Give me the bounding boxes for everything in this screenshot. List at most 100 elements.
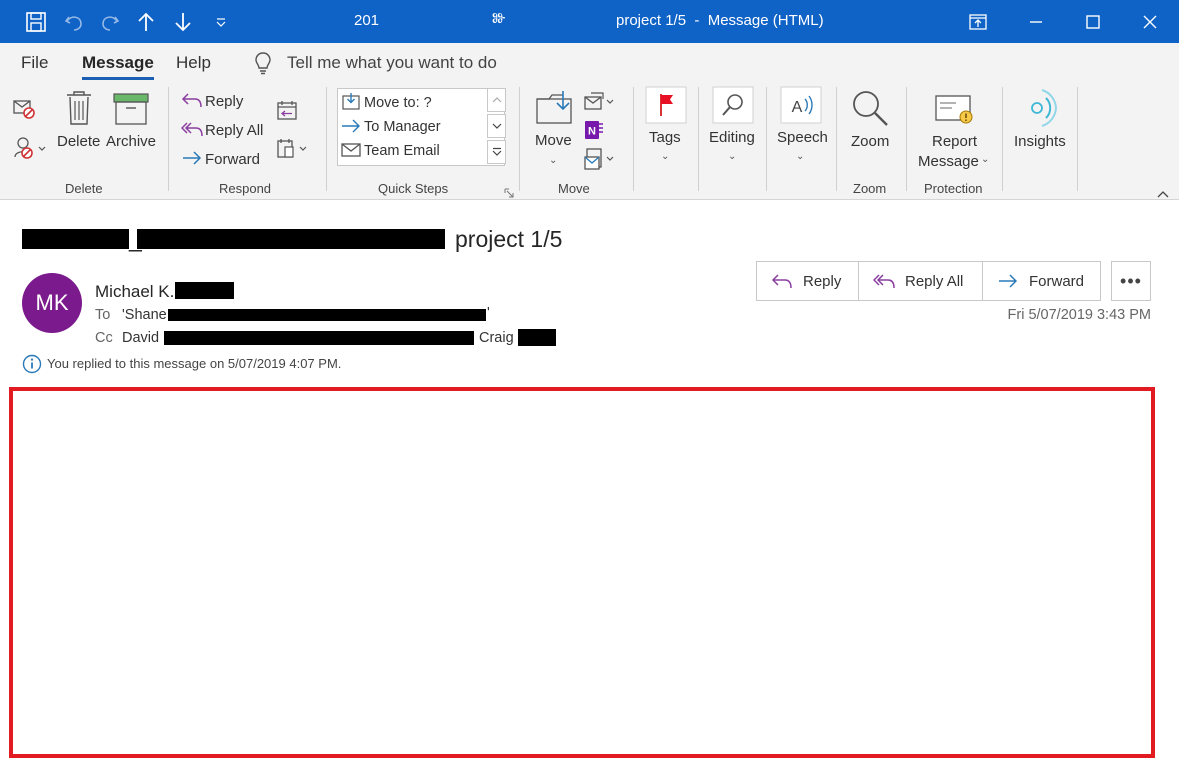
quick-steps-group-label: Quick Steps <box>378 181 449 196</box>
to-quote: ' <box>487 305 490 321</box>
group-divider <box>836 87 837 191</box>
tags-dropdown-chevron[interactable]: ⌄ <box>661 151 669 162</box>
collapse-ribbon-icon[interactable] <box>1157 185 1169 203</box>
ribbon-tabs: File Message Help <box>0 43 1179 83</box>
onenote-icon[interactable]: N <box>583 119 605 146</box>
report-message-icon[interactable] <box>934 94 974 131</box>
lightbulb-icon <box>253 51 273 80</box>
report-button-line1[interactable]: Report <box>932 133 977 150</box>
speech-button[interactable]: Speech <box>777 129 828 146</box>
title-bar: 201 Ⱆ project 1/5 - Message (HTML) <box>0 0 1179 43</box>
next-item-icon[interactable] <box>171 0 195 43</box>
junk-icon[interactable] <box>12 135 48 166</box>
report-dropdown-chevron[interactable]: ⌄ <box>981 154 989 165</box>
reply-button[interactable]: Reply <box>757 262 859 300</box>
ribbon-reply-all-button[interactable]: Reply All <box>205 122 263 139</box>
move-group-label: Move <box>558 181 590 196</box>
protection-group-label: Protection <box>924 181 983 196</box>
tab-file[interactable]: File <box>21 53 48 73</box>
zoom-button[interactable]: Zoom <box>851 133 889 150</box>
message-subject: project 1/5 <box>455 226 563 252</box>
sender-name[interactable]: Michael K. <box>95 282 174 302</box>
quick-step-move-to[interactable]: Move to: ? <box>364 95 432 111</box>
group-divider <box>698 87 699 191</box>
sender-avatar[interactable]: MK <box>22 273 82 333</box>
editing-icon[interactable] <box>712 86 754 129</box>
reply-all-icon <box>180 120 203 143</box>
minimize-icon[interactable] <box>1013 0 1059 43</box>
quick-steps-scroll-down[interactable] <box>487 114 506 138</box>
redaction-bar <box>518 329 556 346</box>
title-number: 201 <box>354 12 380 29</box>
quick-steps-gallery: Move to: ? To Manager Team Email <box>337 88 505 166</box>
undo-icon[interactable] <box>60 0 88 43</box>
quick-steps-scroll-up[interactable] <box>487 88 506 112</box>
move-dropdown-chevron[interactable]: ⌄ <box>549 155 557 166</box>
quick-step-to-manager[interactable]: To Manager <box>364 119 441 135</box>
delete-icon[interactable] <box>64 89 94 132</box>
speech-icon[interactable]: A <box>780 86 822 129</box>
redaction-bar <box>137 229 445 249</box>
tell-me-search[interactable]: Tell me what you want to do <box>287 53 497 73</box>
cc-recipient-craig[interactable]: Craig <box>479 330 514 346</box>
forward-button[interactable]: Forward <box>983 262 1100 300</box>
svg-text:A: A <box>792 99 803 116</box>
reply-icon <box>771 274 792 289</box>
archive-icon[interactable] <box>112 92 150 131</box>
redaction-bar <box>168 309 486 321</box>
delete-group-label: Delete <box>65 181 103 196</box>
forward-icon <box>181 150 203 171</box>
move-button[interactable]: Move <box>535 132 572 149</box>
previous-item-icon[interactable] <box>134 0 158 43</box>
message-body[interactable] <box>9 387 1155 758</box>
tags-button[interactable]: Tags <box>649 129 681 146</box>
ribbon-forward-button[interactable]: Forward <box>205 151 260 168</box>
ribbon-reply-button[interactable]: Reply <box>205 93 243 110</box>
info-icon <box>22 354 42 374</box>
close-icon[interactable] <box>1127 0 1173 43</box>
rules-icon[interactable] <box>583 91 619 118</box>
meeting-reply-icon[interactable] <box>276 99 298 126</box>
editing-dropdown-chevron[interactable]: ⌄ <box>728 151 736 162</box>
group-divider <box>633 87 634 191</box>
group-divider <box>326 87 327 191</box>
redo-icon[interactable] <box>96 0 124 43</box>
more-respond-icon[interactable] <box>276 137 310 164</box>
customize-toolbar-icon[interactable] <box>212 0 230 43</box>
redaction-bar <box>175 282 234 299</box>
editing-button[interactable]: Editing <box>709 129 755 146</box>
move-to-folder-icon <box>341 92 361 117</box>
cc-recipient-david[interactable]: David <box>122 330 159 346</box>
to-recipient[interactable]: 'Shane <box>122 307 167 323</box>
received-date: Fri 5/07/2019 3:43 PM <box>1007 307 1151 323</box>
group-divider <box>1002 87 1003 191</box>
ribbon-display-options-icon[interactable] <box>955 0 1001 43</box>
report-button-line2[interactable]: Message <box>918 153 979 170</box>
group-divider <box>168 87 169 191</box>
quick-step-team-email[interactable]: Team Email <box>364 143 440 159</box>
tab-message[interactable]: Message <box>82 53 154 80</box>
maximize-icon[interactable] <box>1070 0 1116 43</box>
actions-icon[interactable] <box>583 147 619 176</box>
forward-icon <box>999 274 1018 288</box>
zoom-icon[interactable] <box>850 88 890 133</box>
forward-label: Forward <box>1029 272 1085 290</box>
save-icon[interactable] <box>22 0 50 43</box>
cc-label: Cc <box>95 330 113 346</box>
tab-help[interactable]: Help <box>176 53 211 73</box>
tags-icon[interactable] <box>645 86 687 129</box>
more-actions-button[interactable]: ••• <box>1111 261 1151 301</box>
insights-button[interactable]: Insights <box>1014 133 1066 150</box>
delete-button[interactable]: Delete <box>57 133 100 150</box>
redaction-bar <box>164 331 474 345</box>
ignore-icon[interactable] <box>12 97 38 126</box>
dialog-launcher-icon[interactable] <box>504 185 514 203</box>
title-mark: Ⱆ <box>492 10 506 27</box>
reply-all-button[interactable]: Reply All <box>859 262 983 300</box>
insights-icon[interactable] <box>1016 87 1062 134</box>
to-manager-icon <box>341 118 361 139</box>
speech-dropdown-chevron[interactable]: ⌄ <box>796 151 804 162</box>
quick-steps-expand[interactable] <box>487 140 506 164</box>
archive-button[interactable]: Archive <box>106 133 156 150</box>
move-icon[interactable] <box>535 89 573 130</box>
